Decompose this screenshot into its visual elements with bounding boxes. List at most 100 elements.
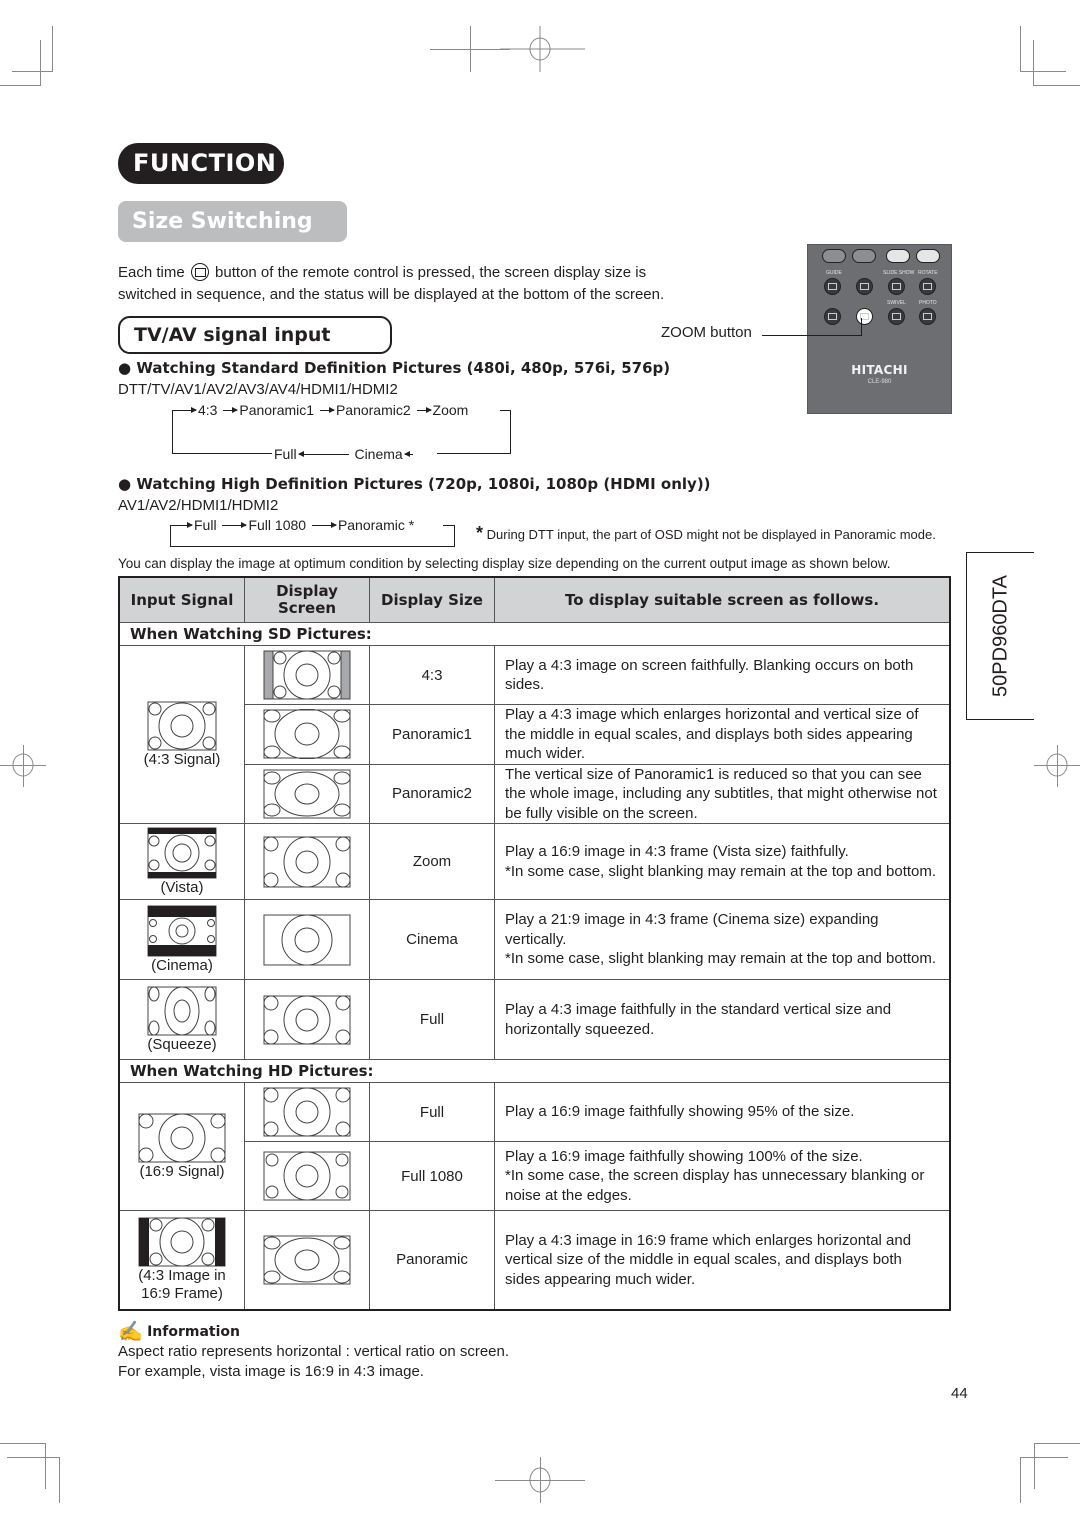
- display-size-cell: Zoom: [369, 823, 495, 900]
- remote-model: CLE-980: [867, 379, 892, 385]
- display-screen-cell: [244, 645, 370, 705]
- signal-4-3-in-16-9-icon: [138, 1217, 226, 1267]
- subsection-title: TV/AV signal input: [118, 316, 392, 354]
- screen-panoramic2-icon: [263, 769, 351, 819]
- zoom-button-icon: [190, 263, 209, 281]
- remote-button: [916, 249, 940, 263]
- table-row: (Squeeze) Full Play a 4:3 image faithful…: [118, 979, 951, 1060]
- description-cell: Play a 16:9 image in 4:3 frame (Vista si…: [494, 823, 951, 900]
- header-display-screen: Display Screen: [244, 576, 370, 623]
- input-signal-cell: (Vista): [118, 823, 245, 900]
- cycle-line: [172, 410, 173, 454]
- display-size-cell: Cinema: [369, 899, 495, 980]
- arrow-left-icon: [297, 451, 349, 457]
- display-screen-cell: [244, 979, 370, 1060]
- input-signal-cell: (Squeeze): [118, 979, 245, 1060]
- screen-full-1080-icon: [263, 1151, 351, 1201]
- screen-full-icon: [263, 1087, 351, 1137]
- callout-line: [861, 318, 862, 336]
- hd-inputs: AV1/AV2/HDMI1/HDMI2: [118, 497, 279, 514]
- arrow-right-icon: [182, 407, 197, 413]
- table-intro: You can display the image at optimum con…: [118, 556, 891, 571]
- screen-panoramic-icon: [263, 1235, 351, 1285]
- display-size-cell: Panoramic2: [369, 763, 495, 824]
- information-note: ✍ Information Aspect ratio represents ho…: [118, 1321, 510, 1380]
- input-signal-cell: (4:3 Image in 16:9 Frame): [118, 1210, 245, 1310]
- signal-squeeze-icon: [147, 986, 217, 1035]
- description-cell: Play a 16:9 image faithfully showing 95%…: [494, 1082, 951, 1142]
- display-screen-cell: [244, 899, 370, 980]
- header-description: To display suitable screen as follows.: [494, 576, 951, 623]
- cycle-line: [170, 525, 180, 526]
- remote-button: [886, 249, 910, 263]
- arrow-right-icon: [311, 522, 337, 528]
- table-row: Full 1080 Play a 16:9 image faithfully s…: [119, 1141, 951, 1211]
- size-table: Input Signal Display Screen Display Size…: [118, 576, 951, 1311]
- signal-vista-icon: [147, 827, 217, 878]
- remote-button-icon: [856, 278, 873, 295]
- page-number: 44: [951, 1385, 968, 1402]
- table-row: (Vista) Zoom Play a 16:9 image in 4:3 fr…: [118, 823, 951, 900]
- cycle-line: [454, 525, 455, 547]
- screen-4-3-icon: [263, 650, 351, 700]
- hd-cycle: Full Full 1080 Panoramic *: [176, 517, 414, 533]
- arrow-right-icon: [178, 522, 193, 528]
- description-cell: The vertical size of Panoramic1 is reduc…: [494, 763, 951, 824]
- arrow-left-icon: [403, 451, 413, 457]
- screen-zoom-icon: [263, 836, 351, 887]
- writing-hand-icon: ✍: [118, 1321, 143, 1343]
- hd-heading: ● Watching High Definition Pictures (720…: [118, 475, 711, 493]
- photo-button-icon: [919, 308, 936, 325]
- table-row: (4:3 Signal) 4:3 Play a 4:3 image on scr…: [118, 645, 951, 824]
- input-signal-cell: (16:9 Signal): [118, 1082, 245, 1211]
- display-size-cell: Full 1080: [369, 1141, 495, 1211]
- description-cell: Play a 4:3 image in 16:9 frame which enl…: [494, 1210, 951, 1310]
- description-cell: Play a 4:3 image on screen faithfully. B…: [494, 645, 951, 705]
- signal-16-9-icon: [138, 1113, 226, 1162]
- section-row-sd: When Watching SD Pictures:: [118, 622, 951, 646]
- signal-cinema-icon: [147, 905, 217, 956]
- display-screen-cell: [244, 763, 370, 824]
- display-screen-cell: [244, 1082, 370, 1142]
- arrow-right-icon: [223, 407, 239, 413]
- sd-cycle-top: 4:3 Panoramic1 Panoramic2 Zoom: [180, 402, 468, 418]
- screen-full-icon: [263, 995, 351, 1044]
- description-cell: Play a 16:9 image faithfully showing 100…: [494, 1141, 951, 1211]
- remote-control-image: GUIDE SLIDE SHOW ROTATE SWIVEL PHOTO HIT…: [807, 244, 952, 414]
- intro-text: Each time button of the remote control i…: [118, 263, 665, 303]
- cycle-line: [170, 525, 171, 547]
- signal-4-3-icon: [147, 701, 217, 750]
- rotate-button-icon: [919, 278, 936, 295]
- description-cell: Play a 21:9 image in 4:3 frame (Cinema s…: [494, 899, 951, 980]
- slideshow-button-icon: [888, 278, 905, 295]
- display-size-cell: Full: [369, 1082, 495, 1142]
- screen-panoramic1-icon: [263, 709, 351, 760]
- cycle-line: [172, 453, 272, 454]
- display-size-cell: Panoramic1: [369, 704, 495, 765]
- sd-heading: ● Watching Standard Definition Pictures …: [118, 359, 671, 377]
- table-header-row: Input Signal Display Screen Display Size…: [118, 576, 951, 623]
- display-size-cell: Panoramic: [369, 1210, 495, 1310]
- remote-button-icon: [824, 308, 841, 325]
- zoom-button-icon: [856, 308, 873, 325]
- display-size-cell: Full: [369, 979, 495, 1060]
- table-row: Panoramic2 The vertical size of Panorami…: [119, 763, 951, 824]
- arrow-right-icon: [222, 522, 248, 528]
- input-signal-cell: (Cinema): [118, 899, 245, 980]
- input-signal-cell: (4:3 Signal): [118, 645, 245, 824]
- header-display-size: Display Size: [369, 576, 495, 623]
- model-side-tab: 50PD960DTA: [966, 552, 1034, 720]
- display-screen-cell: [244, 1210, 370, 1310]
- header-input-signal: Input Signal: [118, 576, 245, 623]
- callout-line: [762, 335, 862, 336]
- cycle-line: [172, 410, 184, 411]
- table-row: (16:9 Signal) Full Play a 16:9 image fai…: [118, 1082, 951, 1211]
- hd-footnote: * During DTT input, the part of OSD migh…: [476, 523, 936, 543]
- guide-button-icon: [824, 278, 841, 295]
- cycle-line: [510, 410, 511, 454]
- description-cell: Play a 4:3 image which enlarges horizont…: [494, 704, 951, 765]
- sd-cycle-bottom: Full Cinema: [274, 446, 415, 462]
- display-screen-cell: [244, 704, 370, 765]
- display-screen-cell: [244, 823, 370, 900]
- page-title: Size Switching: [118, 201, 347, 242]
